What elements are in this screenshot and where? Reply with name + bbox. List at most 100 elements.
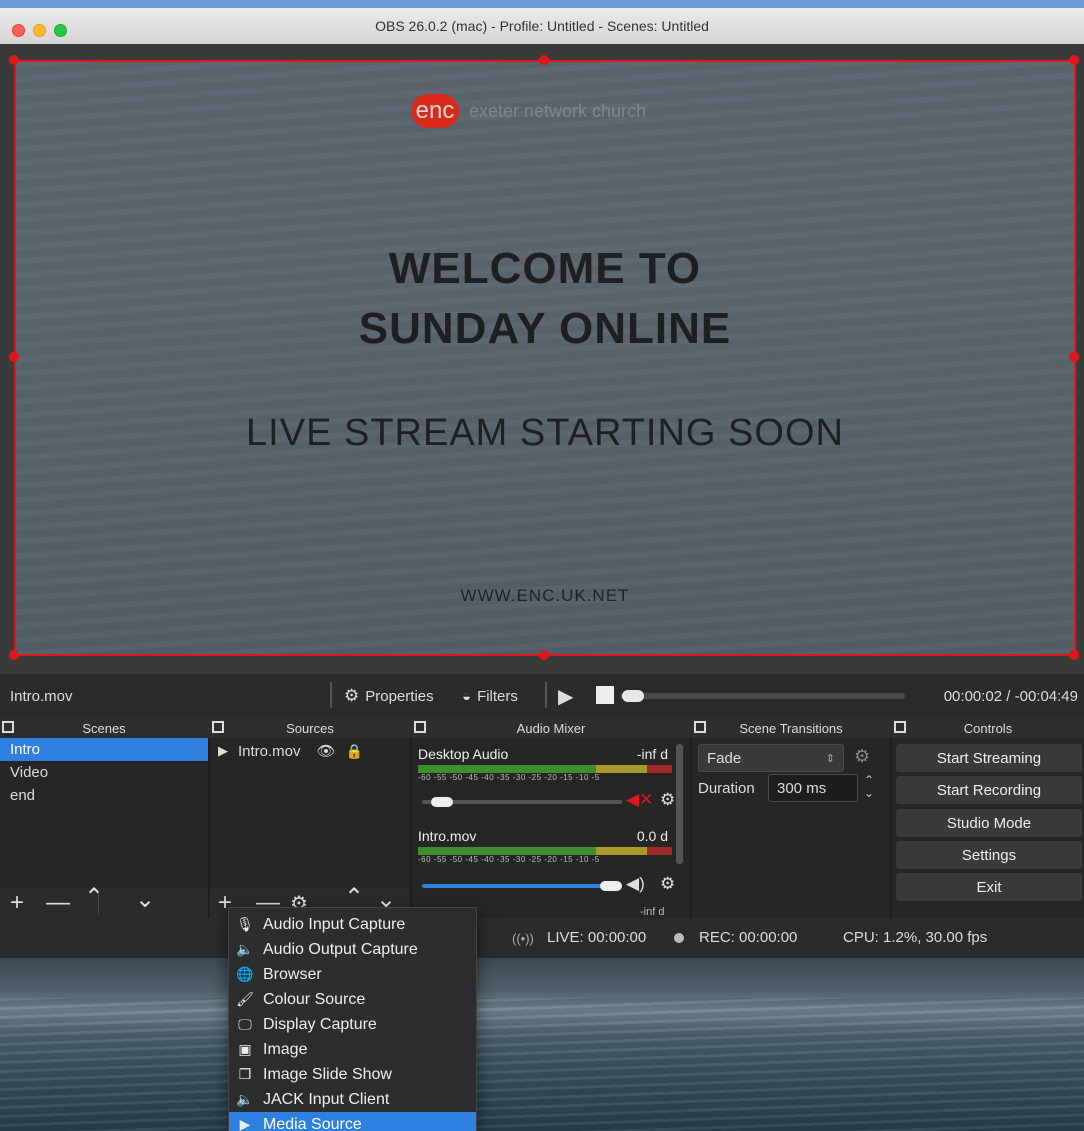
- scenes-title: Scenes: [82, 720, 126, 736]
- resize-handle-top[interactable]: [539, 55, 549, 65]
- menu-item-audio-output-capture[interactable]: 🔈 Audio Output Capture: [229, 937, 476, 962]
- muted-speaker-icon[interactable]: ◀✕: [626, 790, 653, 810]
- scene-transitions-dock-header[interactable]: Scene Transitions: [692, 718, 890, 738]
- lock-icon[interactable]: 🔒: [346, 743, 363, 760]
- menu-item-colour-source[interactable]: 🖌 Colour Source: [229, 987, 476, 1012]
- exit-button[interactable]: Exit: [896, 873, 1082, 901]
- sources-list[interactable]: ▶ Intro.mov 👁 🔒: [210, 738, 410, 888]
- duration-input[interactable]: 300 ms: [768, 774, 858, 802]
- play-icon: ▶: [558, 685, 574, 708]
- record-dot-icon: [674, 933, 684, 943]
- resize-handle-left[interactable]: [9, 352, 19, 362]
- dock-float-icon[interactable]: [894, 721, 906, 733]
- scenes-dock-header[interactable]: Scenes: [0, 718, 208, 738]
- gear-icon[interactable]: ⚙: [660, 874, 675, 894]
- filters-label: Filters: [477, 687, 518, 705]
- preview-area: enc exeter network church WELCOME TO SUN…: [0, 44, 1084, 674]
- play-button[interactable]: ▶: [558, 684, 573, 709]
- settings-button[interactable]: Settings: [896, 841, 1082, 869]
- resize-handle-bottom-right[interactable]: [1069, 650, 1079, 660]
- menu-item-jack-input-client[interactable]: 🔈 JACK Input Client: [229, 1087, 476, 1112]
- gear-icon[interactable]: ⚙: [854, 746, 870, 767]
- controls-dock-header[interactable]: Controls: [892, 718, 1084, 738]
- audio-mixer-dock-header[interactable]: Audio Mixer: [412, 718, 690, 738]
- slideshow-icon: ❐: [238, 1066, 252, 1082]
- dock-float-icon[interactable]: [2, 721, 14, 733]
- logo-mark: enc: [411, 94, 459, 128]
- start-recording-button[interactable]: Start Recording: [896, 776, 1082, 804]
- rec-status: REC: 00:00:00: [699, 929, 798, 946]
- resize-handle-top-right[interactable]: [1069, 55, 1079, 65]
- menu-item-label: Media Source: [263, 1115, 362, 1131]
- menu-item-label: Image: [263, 1040, 308, 1058]
- transition-value: Fade: [707, 749, 742, 767]
- menu-item-label: Image Slide Show: [263, 1065, 392, 1083]
- seek-handle[interactable]: [621, 690, 644, 702]
- menu-item-display-capture[interactable]: 🖵 Display Capture: [229, 1012, 476, 1037]
- resize-handle-right[interactable]: [1069, 352, 1079, 362]
- menu-item-audio-input-capture[interactable]: 🎙 Audio Input Capture: [229, 912, 476, 937]
- filters-button[interactable]: ◒ Filters: [462, 688, 518, 705]
- zoom-window-button[interactable]: [54, 24, 67, 37]
- globe-icon: 🌐: [236, 966, 254, 982]
- arrow-down-icon[interactable]: ⌄: [135, 885, 155, 914]
- channel-name: Intro.mov: [418, 828, 477, 844]
- live-status: LIVE: 00:00:00: [547, 929, 647, 946]
- media-source-icon: ▶: [218, 743, 228, 758]
- volume-slider-handle[interactable]: [430, 797, 453, 807]
- preview-subheading: LIVE STREAM STARTING SOON: [246, 412, 844, 454]
- volume-slider[interactable]: [422, 884, 622, 888]
- lake-water: [0, 998, 1084, 1131]
- preview-canvas[interactable]: enc exeter network church WELCOME TO SUN…: [14, 60, 1076, 656]
- dock-float-icon[interactable]: [694, 721, 706, 733]
- studio-mode-button[interactable]: Studio Mode: [896, 809, 1082, 837]
- seek-bar[interactable]: [620, 693, 905, 699]
- dock-headers: Scenes Sources Audio Mixer Scene Transit…: [0, 718, 1084, 738]
- menu-item-image-slide-show[interactable]: ❐ Image Slide Show: [229, 1062, 476, 1087]
- audio-mixer: Desktop Audio -inf d -60 -55 -50 -45 -40…: [412, 738, 690, 918]
- dock-float-icon[interactable]: [414, 721, 426, 733]
- resize-handle-bottom-left[interactable]: [9, 650, 19, 660]
- sources-dock-header[interactable]: Sources: [210, 718, 410, 738]
- eye-icon[interactable]: 👁: [317, 742, 336, 760]
- resize-handle-top-left[interactable]: [9, 55, 19, 65]
- transition-select[interactable]: Fade ⇕: [698, 744, 844, 772]
- broadcast-icon: ((•)): [512, 931, 534, 946]
- duration-stepper[interactable]: ⌃ ⌄: [864, 774, 874, 800]
- dock-float-icon[interactable]: [212, 721, 224, 733]
- window-controls: [12, 24, 67, 37]
- desktop-wallpaper: [0, 958, 1084, 1131]
- menu-item-image[interactable]: ▣ Image: [229, 1037, 476, 1062]
- add-scene-button[interactable]: +: [10, 889, 24, 917]
- play-icon: ▶: [239, 1116, 251, 1131]
- arrow-up-icon[interactable]: ⌃: [84, 883, 104, 912]
- stop-button[interactable]: [596, 686, 614, 704]
- volume-slider-handle[interactable]: [600, 881, 622, 891]
- close-window-button[interactable]: [12, 24, 25, 37]
- gear-icon[interactable]: ⚙: [660, 790, 675, 810]
- preview-heading-line1: WELCOME TO: [388, 244, 702, 293]
- scene-transitions-title: Scene Transitions: [739, 720, 843, 736]
- properties-label: Properties: [365, 687, 434, 705]
- scenes-list[interactable]: Intro Video end: [0, 738, 208, 888]
- scene-item[interactable]: end: [0, 784, 208, 807]
- menu-item-label: Audio Input Capture: [263, 915, 406, 933]
- meter-scale: -60 -55 -50 -45 -40 -35 -30 -25 -20 -15 …: [418, 773, 600, 782]
- resize-handle-bottom[interactable]: [539, 650, 549, 660]
- mixer-scrollbar[interactable]: [676, 744, 683, 864]
- volume-meter: [418, 765, 672, 773]
- remove-scene-button[interactable]: —: [46, 889, 70, 917]
- menu-item-browser[interactable]: 🌐 Browser: [229, 962, 476, 987]
- channel-level: -inf d: [636, 746, 668, 762]
- menu-item-media-source[interactable]: ▶ Media Source: [229, 1112, 476, 1131]
- start-streaming-button[interactable]: Start Streaming: [896, 744, 1082, 772]
- scene-item[interactable]: Video: [0, 761, 208, 784]
- source-item[interactable]: ▶ Intro.mov 👁 🔒: [210, 738, 410, 764]
- window-title: OBS 26.0.2 (mac) - Profile: Untitled - S…: [375, 18, 709, 34]
- scene-item[interactable]: Intro: [0, 738, 208, 761]
- scenes-toolbar: + — ⌃ ⌄: [0, 884, 208, 918]
- minimize-window-button[interactable]: [33, 24, 46, 37]
- properties-button[interactable]: ⚙ Properties: [344, 686, 434, 706]
- add-source-menu: 🎙 Audio Input Capture 🔈 Audio Output Cap…: [228, 907, 477, 1131]
- speaker-icon[interactable]: ◀): [626, 874, 645, 894]
